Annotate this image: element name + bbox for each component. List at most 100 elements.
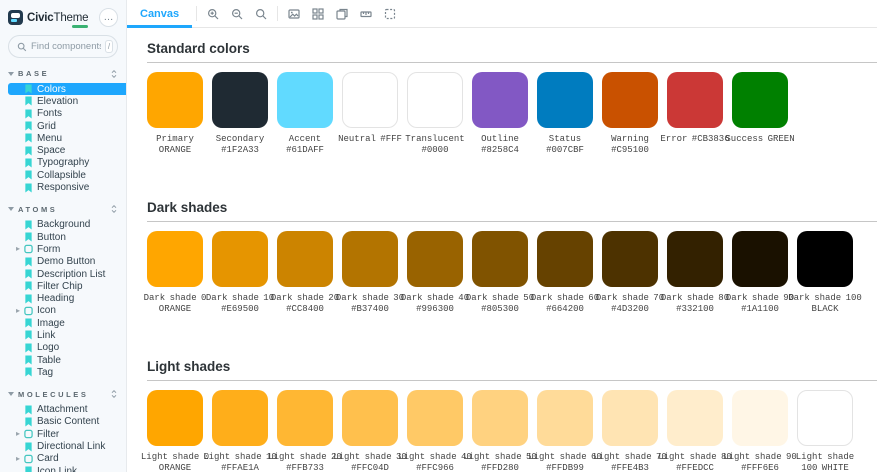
sidebar-item-grid[interactable]: Grid [8, 120, 126, 132]
search-input[interactable] [31, 41, 101, 52]
sidebar-item-elevation[interactable]: Elevation [8, 95, 126, 107]
sidebar-item-form[interactable]: ▸ Form [8, 243, 126, 255]
sidebar-item-filter[interactable]: ▸Filter [8, 428, 126, 440]
search-box[interactable]: / [8, 35, 118, 58]
viewport-button[interactable] [330, 0, 354, 27]
component-folder-icon [24, 306, 33, 316]
chevron-right-icon[interactable]: ▸ [16, 455, 24, 463]
color-swatch [472, 390, 528, 446]
swatch-label: Secondary #1F2A33 [203, 134, 277, 156]
expand-all-icon[interactable] [110, 204, 118, 214]
sidebar-item-label: Colors [37, 84, 66, 95]
swatch-cell: Dark shade 20 #CC8400 [277, 231, 333, 315]
section-header-base[interactable]: BASE [8, 68, 118, 79]
grid-button[interactable] [306, 0, 330, 27]
chevron-right-icon[interactable]: ▸ [16, 307, 24, 315]
section-header-molecules[interactable]: MOLECULES [8, 389, 118, 400]
section-header-atoms[interactable]: ATOMS [8, 204, 118, 215]
sidebar-item-table[interactable]: Table [8, 354, 126, 366]
expand-all-icon[interactable] [110, 69, 118, 79]
doc-bookmark-icon [24, 96, 33, 106]
sidebar-item-tag[interactable]: Tag [8, 366, 126, 378]
sidebar-item-icon-link[interactable]: Icon Link [8, 465, 126, 472]
color-swatch [277, 390, 333, 446]
color-swatch [732, 72, 788, 128]
measure-button[interactable] [354, 0, 378, 27]
sidebar-item-label: Table [37, 355, 61, 366]
swatch-cell: Neutral #FFF [342, 72, 398, 156]
color-swatch [732, 390, 788, 446]
sidebar-item-menu[interactable]: Menu [8, 132, 126, 144]
swatch-cell: Dark shade 90 #1A1100 [732, 231, 788, 315]
sidebar-item-space[interactable]: Space [8, 144, 126, 156]
zoom-reset-button[interactable] [249, 0, 273, 27]
toolbar-divider [277, 6, 278, 21]
brand-logo[interactable]: CivicTheme [8, 10, 88, 25]
swatch-row: Light shade 0 ORANGELight shade 10 #FFAE… [147, 390, 877, 472]
swatch-label: Dark shade 50 #805300 [463, 293, 537, 315]
sidebar-item-label: Form [37, 244, 60, 255]
sidebar-item-button[interactable]: Button [8, 231, 126, 243]
swatch-cell: Translucent #0000 [407, 72, 463, 156]
color-section-dark-shades: Dark shadesDark shade 0 ORANGEDark shade… [147, 200, 877, 315]
grid-icon [312, 8, 324, 20]
sidebar-item-label: Basic Content [37, 416, 99, 427]
sidebar-item-label: Demo Button [37, 256, 95, 267]
swatch-label: Dark shade 90 #1A1100 [723, 293, 797, 315]
sidebar-item-description-list[interactable]: Description List [8, 268, 126, 280]
swatch-cell: Light shade 100 WHITE [797, 390, 853, 472]
sidebar-item-background[interactable]: Background [8, 219, 126, 231]
canvas-preview: Standard colorsPrimary ORANGESecondary #… [127, 28, 877, 472]
sidebar-item-label: Responsive [37, 182, 89, 193]
color-swatch [667, 390, 723, 446]
doc-bookmark-icon [24, 294, 33, 304]
zoom-in-button[interactable] [201, 0, 225, 27]
swatch-cell: Primary ORANGE [147, 72, 203, 156]
sidebar-item-collapsible[interactable]: Collapsible [8, 169, 126, 181]
swatch-label: Light shade 60 #FFDB99 [528, 452, 602, 472]
swatch-cell: Light shade 10 #FFAE1A [212, 390, 268, 472]
outline-button[interactable] [378, 0, 402, 27]
swatch-cell: Light shade 50 #FFD280 [472, 390, 528, 472]
doc-bookmark-icon [24, 367, 33, 377]
swatch-cell: Dark shade 80 #332100 [667, 231, 723, 315]
component-folder-icon [24, 454, 33, 464]
sidebar-item-colors[interactable]: Colors [8, 83, 126, 95]
sidebar-item-attachment[interactable]: Attachment [8, 404, 126, 416]
zoom-out-button[interactable] [225, 0, 249, 27]
sidebar-item-image[interactable]: Image [8, 317, 126, 329]
swatch-cell: Light shade 40 #FFC966 [407, 390, 463, 472]
sidebar-item-heading[interactable]: Heading [8, 292, 126, 304]
sidebar-item-demo-button[interactable]: Demo Button [8, 256, 126, 268]
color-swatch [667, 231, 723, 287]
doc-bookmark-icon [24, 343, 33, 353]
sidebar-item-icon[interactable]: ▸Icon [8, 305, 126, 317]
swatch-row: Primary ORANGESecondary #1F2A33Accent #6… [147, 72, 877, 156]
sidebar-item-label: Button [37, 232, 66, 243]
color-swatch [602, 231, 658, 287]
swatch-label: Error #CB3836 [658, 134, 732, 145]
sidebar-item-link[interactable]: Link [8, 329, 126, 341]
sidebar-item-filter-chip[interactable]: Filter Chip [8, 280, 126, 292]
chevron-right-icon[interactable]: ▸ [16, 430, 24, 438]
component-folder-icon [24, 244, 33, 254]
sidebar-item-directional-link[interactable]: Directional Link [8, 440, 126, 452]
sidebar-item-typography[interactable]: Typography [8, 157, 126, 169]
doc-bookmark-icon [24, 220, 33, 230]
sidebar-item-responsive[interactable]: Responsive [8, 181, 126, 193]
tab-canvas[interactable]: Canvas [127, 0, 192, 27]
sidebar-menu-button[interactable]: … [99, 8, 118, 27]
swatch-label: Dark shade 40 #996300 [398, 293, 472, 315]
expand-all-icon[interactable] [110, 389, 118, 399]
color-swatch [277, 72, 333, 128]
sidebar-item-basic-content[interactable]: Basic Content [8, 416, 126, 428]
sidebar-item-label: Directional Link [37, 441, 105, 452]
chevron-right-icon[interactable]: ▸ [16, 245, 24, 253]
sidebar-item-logo[interactable]: Logo [8, 342, 126, 354]
background-button[interactable] [282, 0, 306, 27]
swatch-cell: Light shade 30 #FFC04D [342, 390, 398, 472]
color-swatch [797, 231, 853, 287]
doc-bookmark-icon [24, 183, 33, 193]
sidebar-item-card[interactable]: ▸Card [8, 453, 126, 465]
sidebar-item-fonts[interactable]: Fonts [8, 108, 126, 120]
